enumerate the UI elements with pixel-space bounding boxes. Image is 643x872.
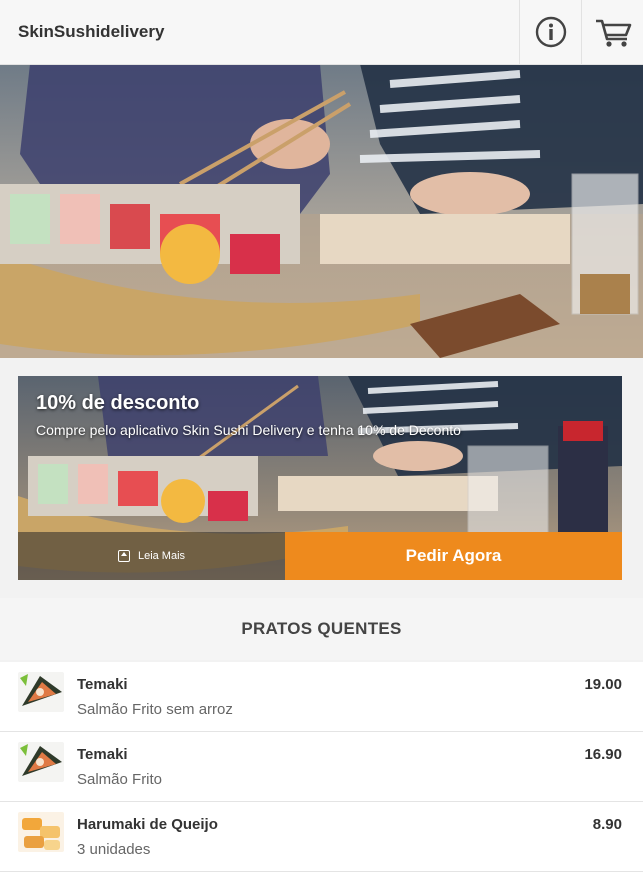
- item-name: Harumaki de Queijo: [77, 816, 218, 833]
- restaurant-photo: [0, 64, 643, 358]
- item-name: Temaki: [77, 746, 128, 763]
- section-title: PRATOS QUENTES: [0, 598, 643, 660]
- app-title: SkinSushidelivery: [18, 22, 165, 41]
- item-description: 3 unidades: [77, 841, 151, 858]
- order-now-label: Pedir Agora: [405, 546, 502, 565]
- read-more-button[interactable]: Leia Mais: [18, 532, 285, 580]
- item-price: 16.90: [584, 746, 622, 763]
- item-price: 8.90: [592, 816, 622, 833]
- read-more-label: Leia Mais: [137, 550, 186, 562]
- hero-image: [0, 64, 643, 358]
- item-description: Salmão Frito: [77, 771, 163, 788]
- list-item[interactable]: Harumaki de Queijo 3 unidades 8.90: [0, 802, 643, 872]
- food-thumbnail: [18, 812, 64, 852]
- list-item[interactable]: Temaki Salmão Frito sem arroz 19.00: [0, 662, 643, 732]
- expand-icon: [117, 550, 130, 562]
- food-thumbnail: [18, 742, 64, 782]
- promo-subtitle: Compre pelo aplicativo Skin Sushi Delive…: [36, 422, 461, 438]
- food-thumbnail: [18, 672, 64, 712]
- shopping-cart-icon: [596, 19, 632, 47]
- promo-actions: Leia Mais Pedir Agora: [18, 532, 622, 580]
- promo-card[interactable]: 10% de desconto Compre pelo aplicativo S…: [18, 376, 622, 580]
- app-header: SkinSushidelivery: [0, 0, 643, 65]
- info-button[interactable]: [519, 0, 582, 64]
- menu-list: Temaki Salmão Frito sem arroz 19.00 Tema…: [0, 662, 643, 872]
- order-now-button[interactable]: Pedir Agora: [285, 532, 622, 580]
- item-description: Salmão Frito sem arroz: [77, 701, 233, 718]
- promo-title: 10% de desconto: [36, 392, 200, 414]
- cart-button[interactable]: [581, 0, 643, 64]
- list-item[interactable]: Temaki Salmão Frito 16.90: [0, 732, 643, 802]
- item-name: Temaki: [77, 676, 128, 693]
- item-price: 19.00: [584, 676, 622, 693]
- info-circle-icon: [535, 16, 567, 48]
